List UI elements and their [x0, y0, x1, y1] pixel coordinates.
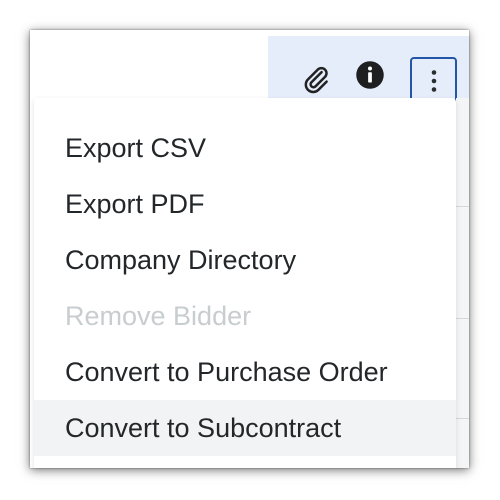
- actions-dropdown-menu: Export CSV Export PDF Company Directory …: [34, 98, 456, 468]
- menu-item-company-directory[interactable]: Company Directory: [34, 232, 456, 288]
- table-divider: [456, 206, 469, 207]
- menu-item-convert-to-purchase-order[interactable]: Convert to Purchase Order: [34, 344, 456, 400]
- menu-item-export-pdf[interactable]: Export PDF: [34, 176, 456, 232]
- attachments-button[interactable]: [296, 59, 336, 99]
- menu-item-export-csv[interactable]: Export CSV: [34, 120, 456, 176]
- app-viewport: Export CSV Export PDF Company Directory …: [30, 30, 469, 468]
- paperclip-icon: [304, 66, 328, 94]
- menu-item-remove-bidder: Remove Bidder: [65, 301, 252, 331]
- table-divider: [456, 318, 469, 319]
- vertical-ellipsis-icon: [431, 69, 436, 92]
- menu-item-convert-to-subcontract[interactable]: Convert to Subcontract: [34, 400, 456, 456]
- table-divider: [456, 418, 469, 419]
- info-icon: [356, 61, 384, 89]
- info-button[interactable]: [350, 55, 390, 95]
- more-actions-button[interactable]: [410, 57, 457, 104]
- background-table-edge: [456, 98, 469, 468]
